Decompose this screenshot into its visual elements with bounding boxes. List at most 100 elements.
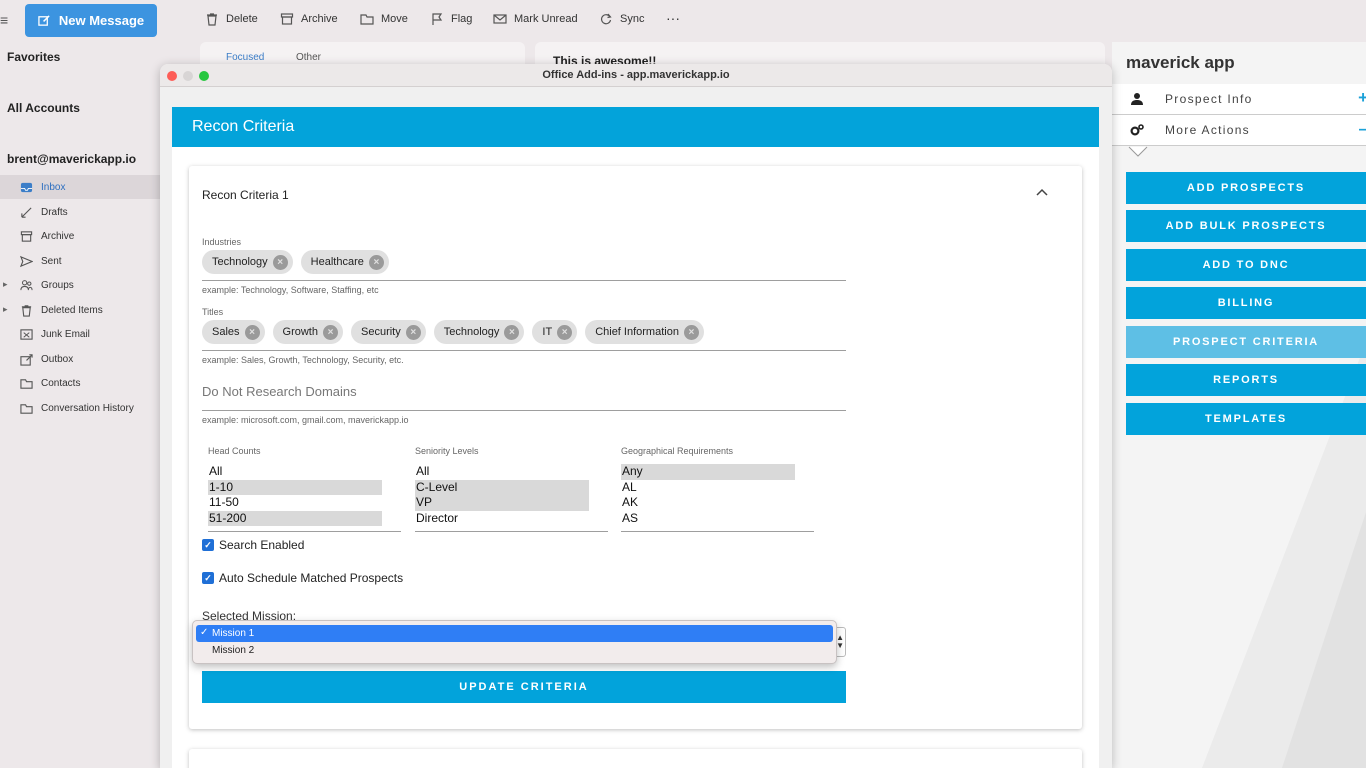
listbox-option[interactable]: 51-200 — [208, 510, 382, 526]
mission-option[interactable]: ✓ Mission 1 — [196, 625, 833, 642]
listbox-option[interactable]: 1-10 — [208, 479, 382, 495]
listbox-option[interactable]: All — [208, 464, 382, 480]
chip-title[interactable]: IT × — [532, 320, 578, 344]
chip-title[interactable]: Chief Information × — [585, 320, 704, 344]
listbox-option[interactable]: C-Level — [415, 479, 589, 495]
add-prospects-button[interactable]: ADD PROSPECTS — [1126, 172, 1366, 204]
chip-industry[interactable]: Healthcare × — [300, 250, 389, 274]
check-icon: ✓ — [200, 627, 209, 638]
flag-button[interactable]: Flag — [430, 12, 472, 26]
chip-title[interactable]: Sales × — [202, 320, 265, 344]
add-bulk-prospects-button[interactable]: ADD BULK PROSPECTS — [1126, 210, 1366, 242]
sent-label: Sent — [41, 255, 62, 267]
all-accounts-heading[interactable]: All Accounts — [7, 101, 80, 115]
sidebar-item-archive[interactable]: Archive — [0, 224, 160, 248]
sidebar-item-contacts[interactable]: Contacts — [0, 371, 160, 395]
listbox-underline — [208, 531, 401, 532]
sidebar-item-sent[interactable]: Sent — [0, 249, 160, 273]
more-actions-row[interactable]: More Actions – — [1112, 115, 1366, 146]
move-label: Move — [381, 13, 408, 25]
listbox-option[interactable]: All — [415, 464, 589, 480]
industries-label: Industries — [202, 237, 242, 247]
listbox-option[interactable]: Director — [415, 511, 589, 527]
checkmark-icon[interactable]: ✓ — [202, 572, 214, 584]
templates-button[interactable]: TEMPLATES — [1126, 403, 1366, 435]
remove-chip-icon[interactable]: × — [405, 324, 421, 340]
listbox-option[interactable]: 11-50 — [208, 495, 382, 511]
geo-listbox[interactable]: Geographical Requirements Any AL AK AS — [621, 446, 814, 532]
headcounts-listbox[interactable]: Head Counts All 1-10 11-50 51-200 — [208, 446, 401, 532]
sidebar-item-outbox[interactable]: Outbox — [0, 347, 160, 371]
seniority-listbox[interactable]: Seniority Levels All C-Level VP Director — [415, 446, 608, 532]
mission-option-label: Mission 1 — [212, 628, 255, 639]
remove-chip-icon[interactable]: × — [368, 254, 384, 270]
update-criteria-button[interactable]: UPDATE CRITERIA — [202, 671, 846, 703]
toolbar: ≡ New Message Delete Archive Move Flag M… — [0, 0, 1366, 42]
delete-label: Delete — [226, 13, 258, 25]
folder-icon — [20, 403, 33, 414]
chevron-up-icon[interactable] — [1036, 188, 1048, 196]
menu-icon[interactable]: ≡ — [0, 12, 10, 28]
mission-option-label: Mission 2 — [212, 645, 255, 656]
prospect-criteria-button[interactable]: PROSPECT CRITERIA — [1126, 326, 1366, 358]
sidebar-item-drafts[interactable]: Drafts — [0, 200, 160, 224]
expand-plus-icon[interactable]: + — [1358, 88, 1366, 108]
chip-label: Technology — [212, 256, 268, 268]
chip-title[interactable]: Growth × — [272, 320, 343, 344]
search-enabled-checkbox[interactable]: ✓ Search Enabled — [202, 538, 304, 552]
delete-button[interactable]: Delete — [205, 12, 258, 26]
chip-label: Healthcare — [310, 256, 364, 268]
geo-label: Geographical Requirements — [621, 446, 734, 456]
chip-title[interactable]: Technology × — [433, 320, 525, 344]
chip-label: Sales — [212, 326, 240, 338]
mission-dropdown[interactable]: ✓ Mission 1 Mission 2 — [192, 620, 837, 664]
sent-icon — [20, 255, 33, 267]
remove-chip-icon[interactable]: × — [244, 324, 260, 340]
sidebar-item-groups[interactable]: Groups — [0, 273, 160, 297]
titles-chips[interactable]: Sales × Growth × Security × Technology × IT ×… — [202, 320, 704, 344]
more-button[interactable]: ··· — [666, 10, 680, 26]
reports-button[interactable]: REPORTS — [1126, 364, 1366, 396]
listbox-option[interactable]: AK — [621, 495, 795, 511]
sync-button[interactable]: Sync — [599, 12, 644, 26]
industries-hint: example: Technology, Software, Staffing,… — [202, 285, 379, 295]
prospect-info-row[interactable]: Prospect Info + — [1112, 84, 1366, 115]
listbox-option[interactable]: AS — [621, 511, 795, 527]
checkmark-icon[interactable]: ✓ — [202, 539, 214, 551]
account-heading[interactable]: brent@maverickapp.io — [7, 152, 136, 166]
move-button[interactable]: Move — [360, 12, 408, 26]
folder-move-icon — [360, 14, 374, 25]
collapse-minus-icon[interactable]: – — [1359, 119, 1366, 139]
listbox-option[interactable]: VP — [415, 495, 589, 511]
tab-other[interactable]: Other — [296, 52, 321, 63]
remove-chip-icon[interactable]: × — [272, 254, 288, 270]
industries-chips[interactable]: Technology × Healthcare × — [202, 250, 389, 274]
remove-chip-icon[interactable]: × — [557, 324, 573, 340]
new-message-button[interactable]: New Message — [25, 4, 157, 37]
sidebar-item-deleted[interactable]: Deleted Items — [0, 298, 160, 322]
form-content: Recon Criteria Recon Criteria 1 Industri… — [172, 107, 1099, 768]
card-title: Recon Criteria 1 — [202, 188, 289, 202]
domains-input[interactable]: Do Not Research Domains — [202, 384, 357, 399]
sidebar-item-junk[interactable]: Junk Email — [0, 322, 160, 346]
chip-title[interactable]: Security × — [351, 320, 426, 344]
domains-underline — [202, 410, 846, 411]
mark-unread-button[interactable]: Mark Unread — [493, 12, 578, 26]
tab-focused[interactable]: Focused — [226, 52, 264, 63]
listbox-option[interactable]: Any — [621, 464, 795, 480]
archive-button[interactable]: Archive — [280, 12, 338, 26]
sidebar-item-conversation-history[interactable]: Conversation History — [0, 396, 160, 420]
more-actions-label: More Actions — [1165, 123, 1250, 137]
auto-schedule-checkbox[interactable]: ✓ Auto Schedule Matched Prospects — [202, 571, 403, 585]
chip-industry[interactable]: Technology × — [202, 250, 293, 274]
add-to-dnc-button[interactable]: ADD TO DNC — [1126, 249, 1366, 281]
favorites-heading[interactable]: Favorites — [7, 50, 60, 64]
listbox-option[interactable]: AL — [621, 480, 795, 496]
industries-underline — [202, 280, 846, 281]
sidebar-item-inbox[interactable]: Inbox — [0, 175, 160, 199]
billing-button[interactable]: BILLING — [1126, 287, 1366, 319]
mission-option[interactable]: Mission 2 — [196, 642, 833, 659]
remove-chip-icon[interactable]: × — [683, 324, 699, 340]
remove-chip-icon[interactable]: × — [504, 324, 520, 340]
remove-chip-icon[interactable]: × — [323, 324, 338, 340]
